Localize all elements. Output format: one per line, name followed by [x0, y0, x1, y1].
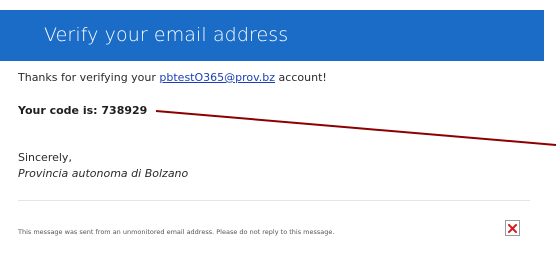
signature: Provincia autonoma di Bolzano: [18, 167, 189, 180]
footer-divider: [18, 200, 530, 201]
footer-note: This message was sent from an unmonitore…: [18, 228, 335, 236]
broken-image-icon: [505, 220, 520, 236]
closing-line: Sincerely,: [18, 151, 72, 164]
verification-code: Your code is: 738929: [18, 104, 148, 117]
thanks-suffix: account!: [275, 71, 327, 84]
email-header-title: Verify your email address: [44, 24, 289, 46]
red-x-icon: [508, 224, 517, 233]
email-address-link[interactable]: pbtestO365@prov.bz: [159, 71, 275, 84]
thanks-line: Thanks for verifying your pbtestO365@pro…: [18, 71, 327, 84]
page: Verify your email address Thanks for ver…: [0, 0, 556, 257]
email-message: Verify your email address Thanks for ver…: [0, 0, 544, 257]
thanks-prefix: Thanks for verifying your: [18, 71, 160, 84]
